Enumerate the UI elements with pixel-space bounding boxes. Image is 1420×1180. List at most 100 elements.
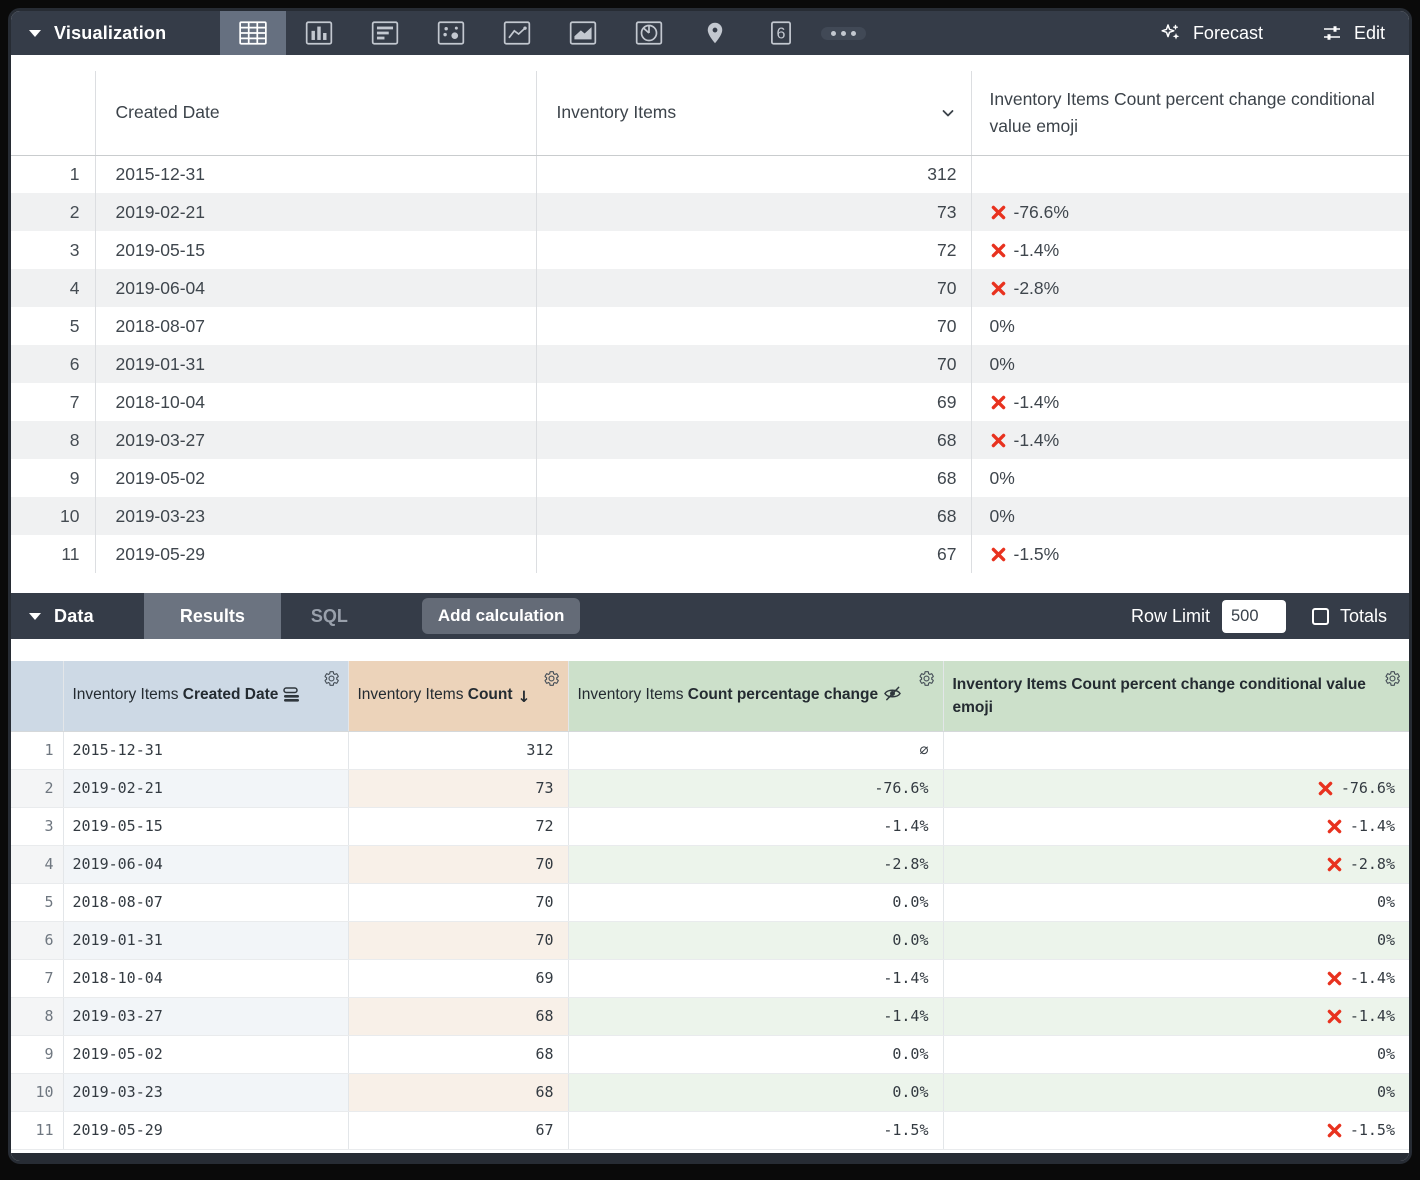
viz-type-single-value-icon[interactable]: 6	[748, 11, 814, 55]
created-date-cell[interactable]: 2015-12-31	[63, 731, 348, 769]
count-cell[interactable]: 70	[348, 845, 568, 883]
viz-type-row-icon[interactable]	[352, 11, 418, 55]
emoji-cell[interactable]: -1.5%	[971, 535, 1409, 573]
tab-results[interactable]: Results	[144, 593, 281, 639]
viz-type-bar-icon[interactable]	[286, 11, 352, 55]
percentage-change-cell[interactable]: 0.0%	[568, 1073, 943, 1111]
created-date-cell[interactable]: 2019-03-27	[63, 997, 348, 1035]
emoji-cell[interactable]	[943, 731, 1409, 769]
results-col-created-date[interactable]: Inventory Items Created Date	[63, 661, 348, 731]
created-date-cell[interactable]: 2019-05-15	[95, 231, 536, 269]
emoji-cell[interactable]: -76.6%	[943, 769, 1409, 807]
emoji-cell[interactable]: 0%	[943, 921, 1409, 959]
emoji-cell[interactable]: 0%	[971, 497, 1409, 535]
created-date-cell[interactable]: 2019-05-15	[63, 807, 348, 845]
viz-type-pie-icon[interactable]	[616, 11, 682, 55]
inventory-items-count-cell[interactable]: 72	[536, 231, 971, 269]
edit-button[interactable]: Edit	[1321, 22, 1385, 44]
tab-sql[interactable]: SQL	[281, 593, 378, 639]
emoji-cell[interactable]: -1.4%	[943, 807, 1409, 845]
viz-col-inventory-items[interactable]: Inventory Items	[536, 71, 971, 155]
emoji-cell[interactable]: -2.8%	[943, 845, 1409, 883]
emoji-cell[interactable]: -1.4%	[971, 383, 1409, 421]
inventory-items-count-cell[interactable]: 73	[536, 193, 971, 231]
emoji-cell[interactable]: -76.6%	[971, 193, 1409, 231]
gear-icon[interactable]	[323, 670, 340, 687]
percentage-change-cell[interactable]: -76.6%	[568, 769, 943, 807]
emoji-cell[interactable]: -1.5%	[943, 1111, 1409, 1149]
gear-icon[interactable]	[1384, 670, 1401, 687]
emoji-cell[interactable]: -1.4%	[971, 421, 1409, 459]
inventory-items-count-cell[interactable]: 312	[536, 155, 971, 193]
emoji-cell[interactable]: 0%	[971, 307, 1409, 345]
viz-col-created-date[interactable]: Created Date	[95, 71, 536, 155]
chevron-down-icon[interactable]	[939, 104, 957, 122]
add-calculation-button[interactable]: Add calculation	[422, 598, 581, 634]
viz-type-table-icon[interactable]	[220, 11, 286, 55]
created-date-cell[interactable]: 2018-08-07	[63, 883, 348, 921]
count-cell[interactable]: 68	[348, 997, 568, 1035]
percentage-change-cell[interactable]: -1.4%	[568, 959, 943, 997]
viz-type-more-icon[interactable]	[814, 11, 872, 55]
count-cell[interactable]: 312	[348, 731, 568, 769]
forecast-button[interactable]: Forecast	[1160, 22, 1263, 44]
inventory-items-count-cell[interactable]: 70	[536, 269, 971, 307]
percentage-change-cell[interactable]: -2.8%	[568, 845, 943, 883]
created-date-cell[interactable]: 2019-05-29	[63, 1111, 348, 1149]
inventory-items-count-cell[interactable]: 68	[536, 421, 971, 459]
inventory-items-count-cell[interactable]: 69	[536, 383, 971, 421]
eye-slash-icon[interactable]	[883, 685, 902, 709]
count-cell[interactable]: 72	[348, 807, 568, 845]
hierarchy-icon[interactable]	[283, 686, 302, 709]
created-date-cell[interactable]: 2019-03-23	[95, 497, 536, 535]
created-date-cell[interactable]: 2019-06-04	[63, 845, 348, 883]
percentage-change-cell[interactable]: ∅	[568, 731, 943, 769]
created-date-cell[interactable]: 2019-01-31	[95, 345, 536, 383]
count-cell[interactable]: 68	[348, 1073, 568, 1111]
percentage-change-cell[interactable]: 0.0%	[568, 1035, 943, 1073]
created-date-cell[interactable]: 2019-03-23	[63, 1073, 348, 1111]
percentage-change-cell[interactable]: -1.5%	[568, 1111, 943, 1149]
results-col-percentage-change[interactable]: Inventory Items Count percentage change	[568, 661, 943, 731]
created-date-cell[interactable]: 2019-02-21	[63, 769, 348, 807]
emoji-cell[interactable]: -1.4%	[943, 997, 1409, 1035]
gear-icon[interactable]	[918, 670, 935, 687]
created-date-cell[interactable]: 2019-02-21	[95, 193, 536, 231]
count-cell[interactable]: 67	[348, 1111, 568, 1149]
inventory-items-count-cell[interactable]: 67	[536, 535, 971, 573]
viz-col-emoji[interactable]: Inventory Items Count percent change con…	[971, 71, 1409, 155]
created-date-cell[interactable]: 2019-05-02	[95, 459, 536, 497]
viz-type-area-icon[interactable]	[550, 11, 616, 55]
emoji-cell[interactable]: 0%	[943, 1073, 1409, 1111]
created-date-cell[interactable]: 2018-10-04	[63, 959, 348, 997]
percentage-change-cell[interactable]: 0.0%	[568, 883, 943, 921]
emoji-cell[interactable]: -1.4%	[943, 959, 1409, 997]
inventory-items-count-cell[interactable]: 70	[536, 345, 971, 383]
count-cell[interactable]: 70	[348, 883, 568, 921]
inventory-items-count-cell[interactable]: 68	[536, 459, 971, 497]
collapse-caret-icon[interactable]	[29, 30, 41, 37]
viz-type-map-icon[interactable]	[682, 11, 748, 55]
created-date-cell[interactable]: 2019-06-04	[95, 269, 536, 307]
count-cell[interactable]: 73	[348, 769, 568, 807]
percentage-change-cell[interactable]: -1.4%	[568, 807, 943, 845]
percentage-change-cell[interactable]: -1.4%	[568, 997, 943, 1035]
created-date-cell[interactable]: 2018-08-07	[95, 307, 536, 345]
created-date-cell[interactable]: 2019-01-31	[63, 921, 348, 959]
row-limit-input[interactable]	[1222, 600, 1286, 633]
created-date-cell[interactable]: 2019-03-27	[95, 421, 536, 459]
inventory-items-count-cell[interactable]: 70	[536, 307, 971, 345]
emoji-cell[interactable]: 0%	[971, 345, 1409, 383]
results-col-count[interactable]: Inventory Items Count↓	[348, 661, 568, 731]
emoji-cell[interactable]: -2.8%	[971, 269, 1409, 307]
percentage-change-cell[interactable]: 0.0%	[568, 921, 943, 959]
created-date-cell[interactable]: 2019-05-02	[63, 1035, 348, 1073]
count-cell[interactable]: 70	[348, 921, 568, 959]
inventory-items-count-cell[interactable]: 68	[536, 497, 971, 535]
emoji-cell[interactable]: 0%	[943, 1035, 1409, 1073]
totals-checkbox[interactable]	[1312, 608, 1329, 625]
emoji-cell[interactable]: 0%	[971, 459, 1409, 497]
emoji-cell[interactable]	[971, 155, 1409, 193]
count-cell[interactable]: 69	[348, 959, 568, 997]
viz-type-line-icon[interactable]	[484, 11, 550, 55]
